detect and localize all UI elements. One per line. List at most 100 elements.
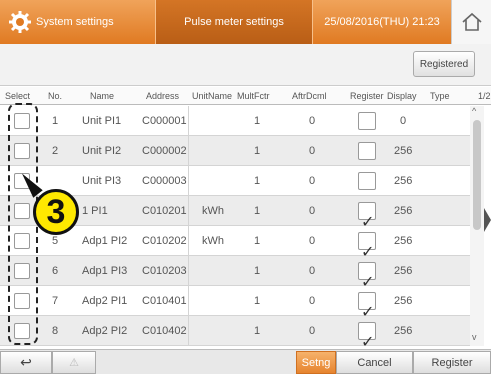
row-unit: kWh (202, 235, 224, 247)
row-name: Adp1 PI2 (82, 235, 128, 247)
register-button[interactable]: Register (413, 351, 491, 374)
row-dcml: 0 (309, 115, 316, 127)
page-indicator: 1/2 (478, 91, 491, 101)
row-name: Adp2 PI1 (82, 295, 128, 307)
system-settings-label: System settings (36, 16, 114, 28)
row-address: C010401 (142, 295, 187, 307)
table-header: Select No. Name Address UnitName MultFct… (0, 87, 491, 105)
datetime: 25/08/2016(THU) 21:23 (324, 16, 440, 28)
bottom-bar: ↩ ⚠ Setng Cancel Register (0, 349, 491, 374)
col-no: No. (48, 91, 63, 101)
row-name: 1 PI1 (82, 205, 108, 217)
row-mult: 1 (254, 115, 261, 127)
table-row[interactable]: 7 Adp2 PI1 C010401 1 0 ✓ 256 (0, 286, 470, 321)
back-button[interactable]: ↩ (0, 351, 52, 374)
scrollbar[interactable]: ^ v (470, 106, 484, 346)
register-checkbox[interactable]: ✓ (358, 322, 376, 346)
warning-button[interactable]: ⚠ (52, 351, 96, 374)
row-dcml: 0 (309, 175, 316, 187)
scroll-thumb[interactable] (473, 120, 481, 230)
row-mult: 1 (254, 235, 261, 247)
col-name: Name (90, 91, 115, 101)
row-no: 1 (52, 115, 59, 127)
col-address: Address (146, 91, 180, 101)
register-checkbox[interactable] (358, 172, 376, 190)
table-row[interactable]: 8 Adp2 PI2 C010402 1 0 ✓ 256 (0, 316, 470, 346)
row-address: C010203 (142, 265, 187, 277)
select-column-highlight (8, 103, 38, 345)
row-name: Adp2 PI2 (82, 325, 128, 337)
row-name: Adp1 PI3 (82, 265, 128, 277)
row-no: 8 (52, 325, 59, 337)
row-address: C010201 (142, 205, 187, 217)
row-dcml: 0 (309, 145, 316, 157)
col-register: Register (350, 91, 384, 101)
next-page-arrow-icon[interactable] (484, 208, 491, 232)
register-checkbox[interactable]: ✓ (358, 232, 376, 261)
row-mult: 1 (254, 205, 261, 217)
scroll-down-icon[interactable]: v (472, 332, 477, 342)
table-row[interactable]: 1 Unit PI1 C000001 1 0 0 (0, 106, 470, 136)
table-row[interactable]: Unit PI3 C000003 1 0 256 (0, 166, 470, 196)
setng-button[interactable]: Setng (296, 351, 336, 374)
row-no: 6 (52, 265, 59, 277)
row-display: 256 (394, 265, 413, 277)
row-dcml: 0 (309, 205, 316, 217)
toolbar: Registered (0, 44, 491, 86)
register-checkbox[interactable]: ✓ (358, 292, 376, 321)
row-display: 256 (394, 205, 413, 217)
row-address: C000003 (142, 175, 187, 187)
row-mult: 1 (254, 325, 261, 337)
col-display: Display (387, 91, 417, 101)
register-checkbox[interactable]: ✓ (358, 262, 376, 291)
home-icon (461, 12, 482, 31)
row-dcml: 0 (309, 235, 316, 247)
scroll-up-icon[interactable]: ^ (472, 106, 476, 116)
warning-icon: ⚠ (69, 357, 79, 369)
row-display: 0 (400, 115, 407, 127)
row-no: 2 (52, 145, 59, 157)
row-name: Unit PI2 (82, 145, 122, 157)
col-select: Select (5, 91, 31, 101)
pulse-meter-settings-label: Pulse meter settings (184, 16, 284, 28)
row-address: C000001 (142, 115, 187, 127)
gear-icon (9, 11, 31, 33)
col-aftr-dcml: AftrDcml (292, 91, 327, 101)
row-mult: 1 (254, 265, 261, 277)
column-divider (188, 106, 189, 346)
row-dcml: 0 (309, 295, 316, 307)
annotation-badge: 3 (33, 189, 79, 235)
col-type: Type (430, 91, 450, 101)
tab-pulse-meter-settings[interactable]: Pulse meter settings (155, 0, 313, 44)
home-button[interactable] (451, 0, 491, 44)
register-checkbox[interactable] (358, 112, 376, 130)
row-name: Unit PI1 (82, 115, 122, 127)
row-name: Unit PI3 (82, 175, 122, 187)
registered-button[interactable]: Registered (413, 51, 475, 77)
table-row[interactable]: 5 Adp1 PI2 C010202 kWh 1 0 ✓ 256 (0, 226, 470, 261)
col-mult-fctr: MultFctr (237, 91, 270, 101)
row-no: 5 (52, 235, 59, 247)
register-checkbox[interactable]: ✓ (358, 202, 376, 231)
cancel-button[interactable]: Cancel (336, 351, 413, 374)
row-address: C000002 (142, 145, 187, 157)
row-display: 256 (394, 235, 413, 247)
col-unit-name: UnitName (192, 91, 233, 101)
row-address: C010402 (142, 325, 187, 337)
row-address: C010202 (142, 235, 187, 247)
title-bar: System settings Pulse meter settings 25/… (0, 0, 491, 44)
register-checkbox[interactable] (358, 142, 376, 160)
table-row[interactable]: 2 Unit PI2 C000002 1 0 256 (0, 136, 470, 166)
row-display: 256 (394, 145, 413, 157)
tab-system-settings[interactable]: System settings (0, 0, 155, 44)
table-row[interactable]: 6 Adp1 PI3 C010203 1 0 ✓ 256 (0, 256, 470, 291)
row-unit: kWh (202, 205, 224, 217)
row-mult: 1 (254, 145, 261, 157)
row-dcml: 0 (309, 265, 316, 277)
row-display: 256 (394, 295, 413, 307)
back-icon: ↩ (20, 354, 32, 370)
row-no: 7 (52, 295, 59, 307)
row-display: 256 (394, 175, 413, 187)
check-icon: ✓ (361, 334, 375, 346)
row-mult: 1 (254, 175, 261, 187)
